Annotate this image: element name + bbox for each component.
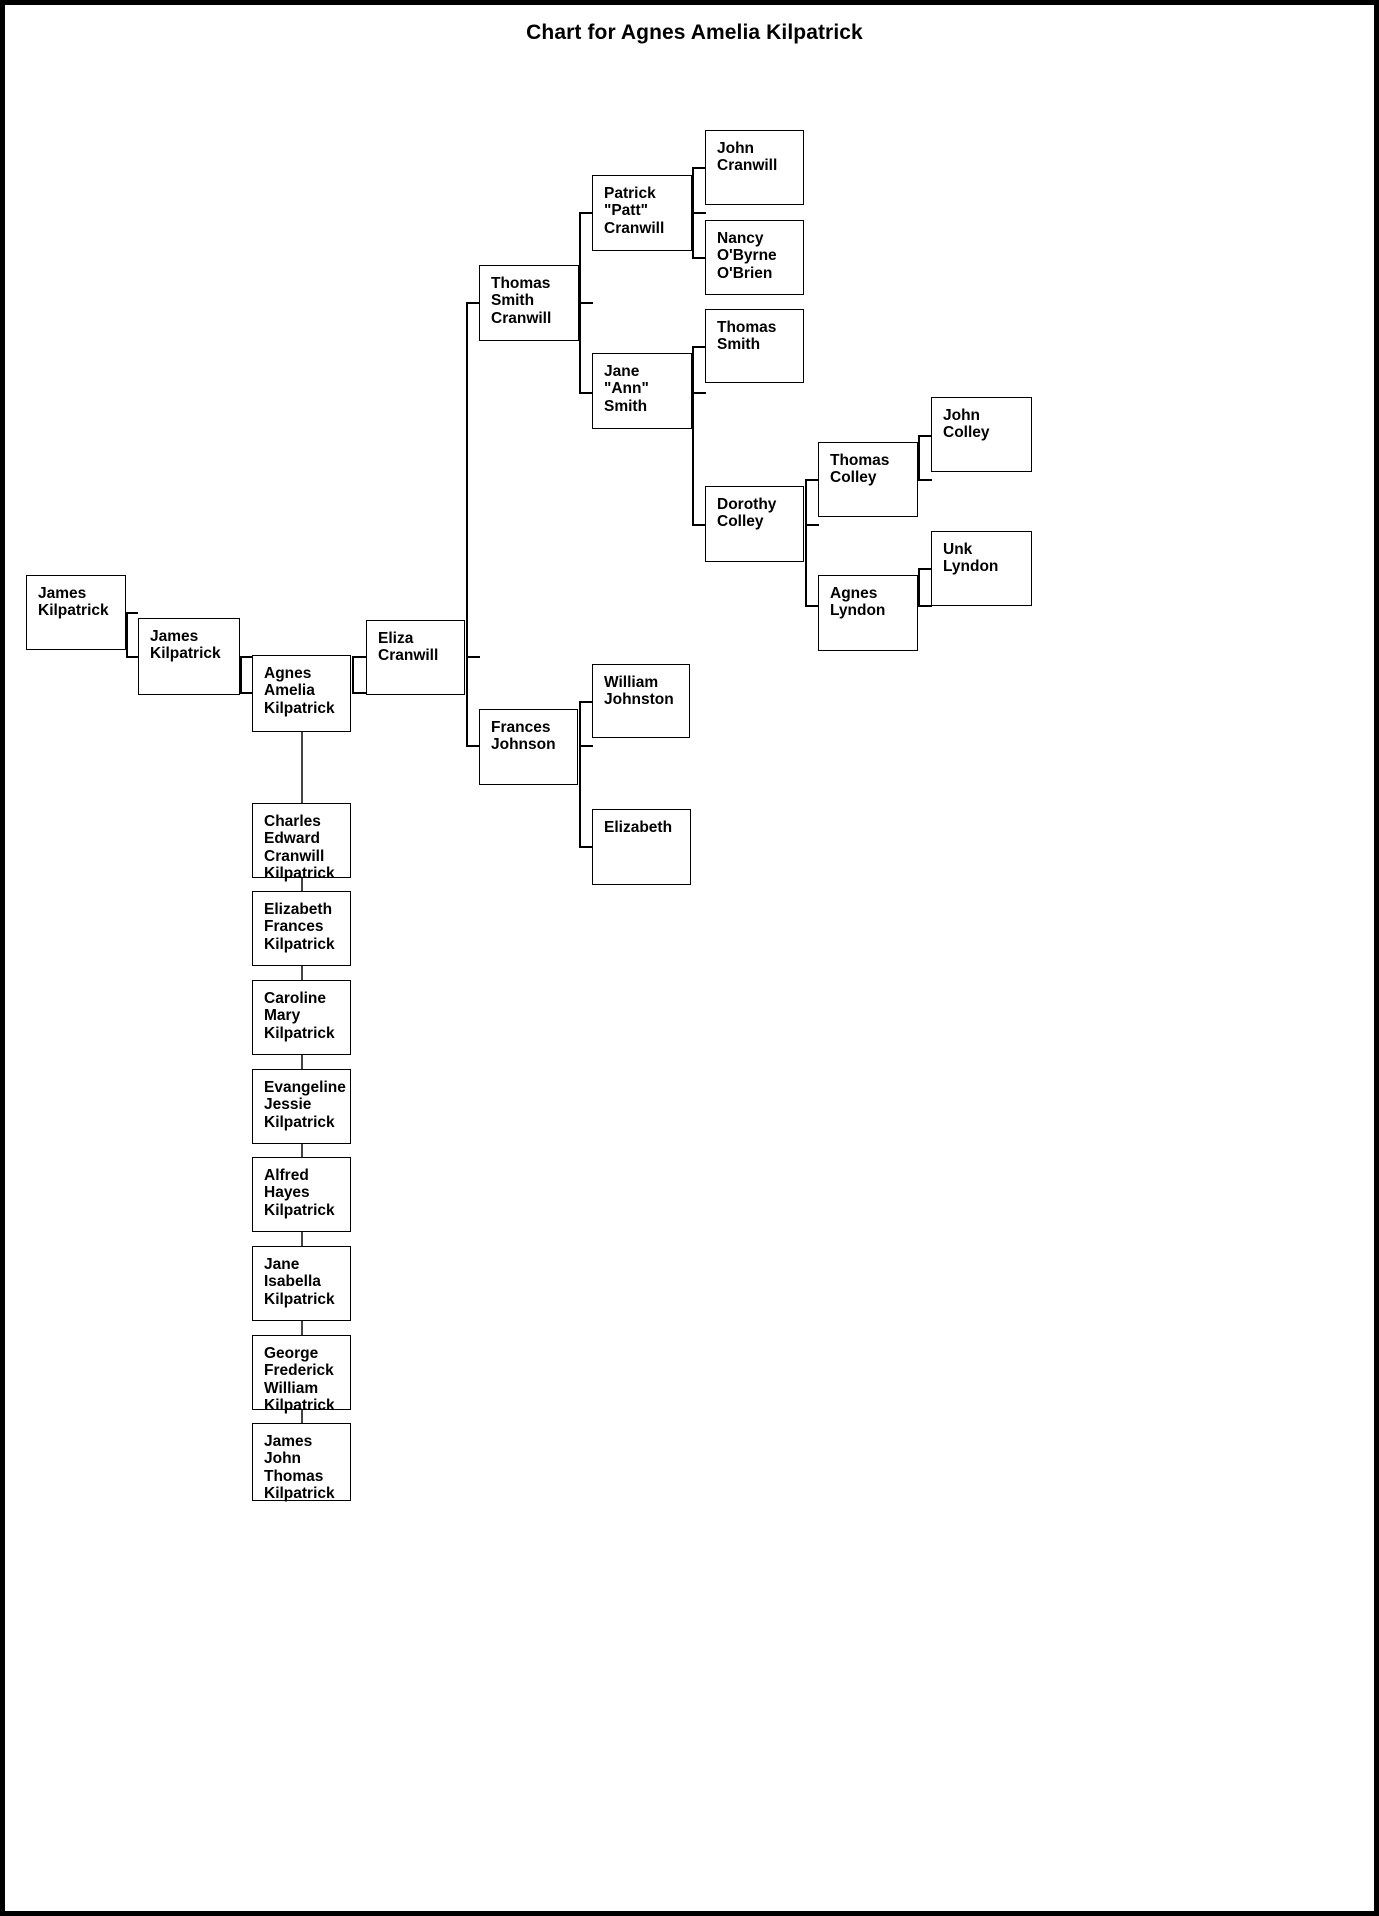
connector-line (805, 479, 807, 605)
node-frances-johnson[interactable]: Frances Johnson (479, 709, 578, 785)
connector-line (692, 346, 694, 524)
chart-page: Chart for Agnes Amelia Kilpatrick James … (0, 0, 1379, 1916)
connector-line (466, 302, 480, 304)
connector-line (352, 656, 366, 658)
node-unk-lyndon[interactable]: Unk Lyndon (931, 531, 1032, 606)
connector-line (805, 605, 819, 607)
connector-line (352, 692, 366, 694)
node-dorothy-colley[interactable]: Dorothy Colley (705, 486, 804, 562)
connector-line (126, 612, 128, 657)
connector-line (692, 346, 706, 348)
connector-line (466, 302, 468, 746)
connector-line (918, 568, 920, 606)
connector-line (805, 479, 819, 481)
connector-line (918, 435, 932, 437)
node-child-caroline-mary-kilpatrick[interactable]: Caroline Mary Kilpatrick (252, 980, 351, 1055)
connector-line (240, 656, 252, 658)
node-jane-ann-smith[interactable]: Jane "Ann" Smith (592, 353, 692, 429)
node-thomas-smith[interactable]: Thomas Smith (705, 309, 804, 383)
connector-line (126, 656, 138, 658)
connector-line (579, 212, 593, 214)
connector-line (918, 568, 932, 570)
node-child-jane-isabella-kilpatrick[interactable]: Jane Isabella Kilpatrick (252, 1246, 351, 1321)
connector-line (692, 392, 706, 394)
connector-line (240, 692, 252, 694)
connector-line (466, 656, 480, 658)
node-thomas-colley[interactable]: Thomas Colley (818, 442, 918, 517)
node-john-cranwill[interactable]: John Cranwill (705, 130, 804, 205)
node-child-alfred-hayes-kilpatrick[interactable]: Alfred Hayes Kilpatrick (252, 1157, 351, 1232)
node-william-johnston[interactable]: William Johnston (592, 664, 690, 738)
connector-line (126, 612, 138, 614)
node-james-kilpatrick-grandfather[interactable]: James Kilpatrick (26, 575, 126, 650)
node-john-colley[interactable]: John Colley (931, 397, 1032, 472)
node-eliza-cranwill[interactable]: Eliza Cranwill (366, 620, 465, 695)
connector-line (301, 732, 303, 808)
connector-line (918, 435, 920, 480)
node-patrick-patt-cranwill[interactable]: Patrick "Patt" Cranwill (592, 175, 692, 251)
connector-line (579, 302, 593, 304)
connector-line (918, 605, 932, 607)
connector-line (579, 701, 581, 847)
node-nancy-obyrne-obrien[interactable]: Nancy O'Byrne O'Brien (705, 220, 804, 295)
node-james-kilpatrick-father[interactable]: James Kilpatrick (138, 618, 240, 695)
page-title: Chart for Agnes Amelia Kilpatrick (526, 21, 863, 44)
connector-line (579, 701, 593, 703)
connector-line (579, 745, 593, 747)
node-thomas-smith-cranwill[interactable]: Thomas Smith Cranwill (479, 265, 579, 341)
connector-line (692, 524, 706, 526)
connector-line (579, 392, 593, 394)
connector-line (918, 479, 932, 481)
node-child-elizabeth-frances-kilpatrick[interactable]: Elizabeth Frances Kilpatrick (252, 891, 351, 966)
connector-line (352, 656, 354, 692)
connector-line (466, 745, 480, 747)
connector-line (692, 167, 706, 169)
connector-line (240, 656, 242, 692)
connector-line (692, 257, 706, 259)
node-agnes-amelia-kilpatrick-root[interactable]: Agnes Amelia Kilpatrick (252, 655, 351, 732)
node-child-george-frederick-william-kilpatrick[interactable]: George Frederick William Kilpatrick (252, 1335, 351, 1414)
connector-line (692, 212, 706, 214)
connector-line (805, 524, 819, 526)
node-elizabeth[interactable]: Elizabeth (592, 809, 691, 885)
node-child-evangeline-jessie-kilpatrick[interactable]: Evangeline Jessie Kilpatrick (252, 1069, 351, 1144)
connector-line (579, 846, 593, 848)
node-child-james-john-thomas-kilpatrick[interactable]: James John Thomas Kilpatrick (252, 1423, 351, 1502)
node-agnes-lyndon[interactable]: Agnes Lyndon (818, 575, 918, 651)
node-child-charles-edward-cranwill-kilpatrick[interactable]: Charles Edward Cranwill Kilpatrick (252, 803, 351, 882)
